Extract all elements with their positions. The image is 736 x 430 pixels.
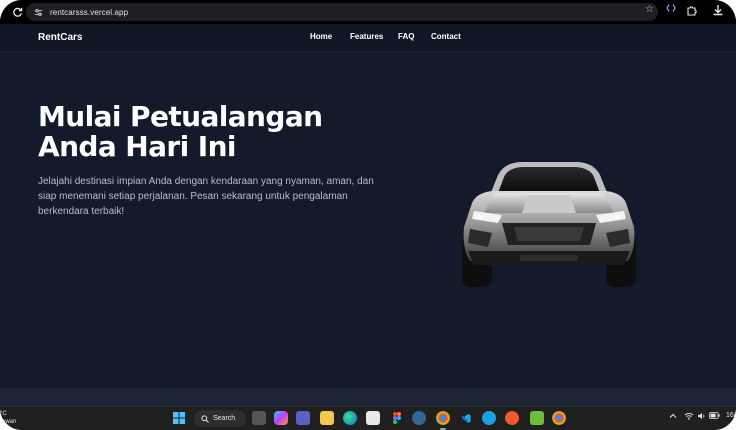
screenshot-frame: rentcarsss.vercel.app ☆ RentCars Home Fe… [0, 0, 736, 430]
browser-toolbar: rentcarsss.vercel.app ☆ [0, 0, 736, 24]
volume-icon[interactable] [697, 412, 706, 422]
app-green-icon[interactable] [530, 411, 544, 425]
download-icon[interactable] [712, 3, 724, 21]
figma-icon[interactable] [390, 411, 404, 425]
weather-widget[interactable]: °C rawan [0, 410, 16, 426]
windows-taskbar: °C rawan Search 16/ [0, 406, 736, 430]
car-image [458, 157, 640, 289]
weather-temp: °C [0, 411, 7, 417]
nav-link-faq[interactable]: FAQ [398, 32, 414, 41]
search-label: Search [213, 415, 236, 422]
app-blue-icon[interactable] [482, 411, 496, 425]
postgres-icon[interactable] [412, 411, 426, 425]
reload-icon[interactable] [8, 3, 26, 21]
copilot-icon[interactable] [274, 411, 288, 425]
hero-title-line2: Anda Hari Ini [38, 130, 237, 163]
wifi-icon[interactable] [684, 412, 694, 422]
edge-icon[interactable] [343, 411, 357, 425]
tray-chevron-icon[interactable] [669, 412, 677, 422]
nav-link-features[interactable]: Features [350, 32, 383, 41]
extension-icon[interactable] [666, 3, 676, 15]
next-section-edge [0, 388, 736, 406]
weather-desc: rawan [0, 419, 17, 425]
chrome-icon[interactable] [436, 411, 450, 425]
vscode-icon[interactable] [458, 411, 472, 425]
taskbar-clock[interactable]: 16/ [726, 412, 736, 419]
puzzle-extensions-icon[interactable] [686, 3, 698, 21]
battery-icon[interactable] [709, 412, 720, 421]
address-bar[interactable]: rentcarsss.vercel.app ☆ [26, 3, 658, 21]
teams-icon[interactable] [296, 411, 310, 425]
site-navbar: RentCars Home Features FAQ Contact [0, 24, 736, 52]
hero-title-line1: Mulai Petualangan [38, 100, 323, 133]
chrome-profile-icon[interactable] [552, 411, 566, 425]
file-explorer-icon[interactable] [320, 411, 334, 425]
nav-link-contact[interactable]: Contact [431, 32, 461, 41]
task-view-icon[interactable] [252, 411, 266, 425]
taskbar-search[interactable]: Search [194, 410, 246, 427]
search-icon [201, 410, 209, 428]
bookmark-star-icon[interactable]: ☆ [645, 4, 654, 15]
url-text[interactable]: rentcarsss.vercel.app [50, 8, 128, 17]
hero-title: Mulai Petualangan Anda Hari Ini [38, 102, 358, 162]
site-settings-icon[interactable] [30, 4, 46, 20]
nav-link-home[interactable]: Home [310, 32, 332, 41]
brand-logo[interactable]: RentCars [38, 32, 82, 43]
app-orange-icon[interactable] [505, 411, 519, 425]
store-icon[interactable] [366, 411, 380, 425]
hero-description: Jelajahi destinasi impian Anda dengan ke… [38, 176, 374, 217]
windows-start-icon[interactable] [172, 411, 186, 425]
